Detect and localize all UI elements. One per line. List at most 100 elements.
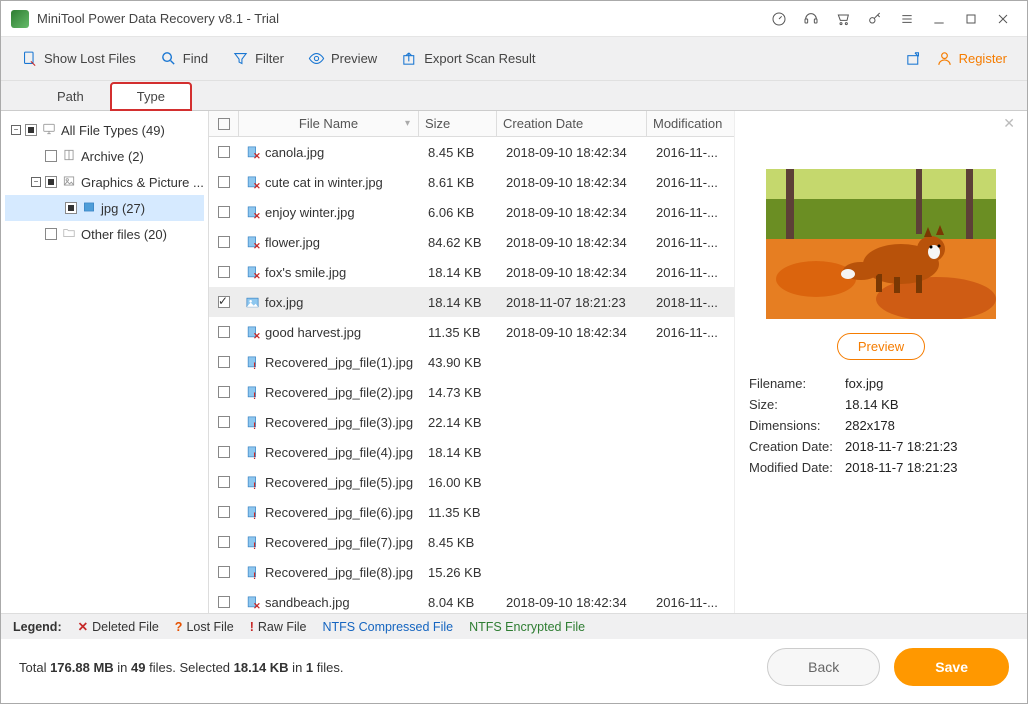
- row-checkbox[interactable]: [218, 296, 230, 308]
- row-checkbox[interactable]: [218, 266, 230, 278]
- tree-checkbox[interactable]: [25, 124, 37, 136]
- table-row[interactable]: ✕good harvest.jpg11.35 KB2018-09-10 18:4…: [209, 317, 734, 347]
- register-label: Register: [959, 51, 1007, 66]
- tree-checkbox[interactable]: [45, 228, 57, 240]
- export-button[interactable]: Export Scan Result: [401, 50, 535, 67]
- file-creation: 2018-09-10 18:42:34: [500, 265, 650, 280]
- find-button[interactable]: Find: [160, 50, 208, 67]
- file-name: flower.jpg: [265, 235, 320, 250]
- select-all-checkbox[interactable]: [218, 118, 230, 130]
- row-checkbox[interactable]: [218, 146, 230, 158]
- file-name: enjoy winter.jpg: [265, 205, 355, 220]
- save-button[interactable]: Save: [894, 648, 1009, 686]
- tree-checkbox[interactable]: [45, 150, 57, 162]
- svg-text:✕: ✕: [253, 331, 260, 340]
- table-row[interactable]: !Recovered_jpg_file(4).jpg18.14 KB: [209, 437, 734, 467]
- row-checkbox[interactable]: [218, 476, 230, 488]
- legend-bar: Legend: ✕Deleted File ?Lost File !Raw Fi…: [1, 613, 1027, 639]
- preview-button[interactable]: Preview: [308, 50, 377, 67]
- tree-item[interactable]: − All File Types (49): [5, 117, 204, 143]
- file-icon: ✕: [245, 325, 259, 339]
- table-row[interactable]: !Recovered_jpg_file(8).jpg15.26 KB: [209, 557, 734, 587]
- tree-item[interactable]: −Graphics & Picture ...: [5, 169, 204, 195]
- tree-item[interactable]: Archive (2): [5, 143, 204, 169]
- preview-open-button[interactable]: Preview: [837, 333, 925, 360]
- close-icon[interactable]: [989, 5, 1017, 33]
- key-icon[interactable]: [861, 5, 889, 33]
- preview-metadata: Filename:fox.jpgSize:18.14 KBDimensions:…: [749, 376, 1013, 475]
- titlebar: MiniTool Power Data Recovery v8.1 - Tria…: [1, 1, 1027, 37]
- tab-type[interactable]: Type: [110, 82, 192, 111]
- tree-item[interactable]: jpg (27): [5, 195, 204, 221]
- col-modification[interactable]: Modification: [647, 111, 727, 136]
- table-row[interactable]: !Recovered_jpg_file(3).jpg22.14 KB: [209, 407, 734, 437]
- table-row[interactable]: ✕canola.jpg8.45 KB2018-09-10 18:42:34201…: [209, 137, 734, 167]
- table-row[interactable]: !Recovered_jpg_file(2).jpg14.73 KB: [209, 377, 734, 407]
- menu-icon[interactable]: [893, 5, 921, 33]
- show-lost-files-label: Show Lost Files: [44, 51, 136, 66]
- file-size: 18.14 KB: [422, 295, 500, 310]
- column-header: File Name▾ Size Creation Date Modificati…: [209, 111, 734, 137]
- col-creation[interactable]: Creation Date: [497, 111, 647, 136]
- tab-row: Path Type: [1, 81, 1027, 111]
- legend-deleted: ✕Deleted File: [78, 619, 159, 634]
- table-row[interactable]: fox.jpg18.14 KB2018-11-07 18:21:232018-1…: [209, 287, 734, 317]
- meta-value: 2018-11-7 18:21:23: [845, 460, 958, 475]
- file-size: 84.62 KB: [422, 235, 500, 250]
- table-row[interactable]: !Recovered_jpg_file(7).jpg8.45 KB: [209, 527, 734, 557]
- row-checkbox[interactable]: [218, 206, 230, 218]
- row-checkbox[interactable]: [218, 506, 230, 518]
- file-name: sandbeach.jpg: [265, 595, 350, 610]
- cart-icon[interactable]: [829, 5, 857, 33]
- row-checkbox[interactable]: [218, 596, 230, 608]
- tree-checkbox[interactable]: [45, 176, 57, 188]
- table-row[interactable]: ✕sandbeach.jpg8.04 KB2018-09-10 18:42:34…: [209, 587, 734, 613]
- table-row[interactable]: !Recovered_jpg_file(5).jpg16.00 KB: [209, 467, 734, 497]
- svg-text:!: !: [253, 571, 256, 580]
- legend-ntfs-encrypted: NTFS Encrypted File: [469, 620, 585, 634]
- row-checkbox[interactable]: [218, 566, 230, 578]
- col-name[interactable]: File Name▾: [239, 111, 419, 136]
- row-checkbox[interactable]: [218, 536, 230, 548]
- tree-label: jpg (27): [101, 201, 145, 216]
- jpg-icon: [81, 200, 97, 217]
- close-preview-icon[interactable]: ✕: [1003, 115, 1015, 132]
- back-button[interactable]: Back: [767, 648, 880, 686]
- row-checkbox[interactable]: [218, 176, 230, 188]
- row-checkbox[interactable]: [218, 356, 230, 368]
- file-creation: 2018-11-07 18:21:23: [500, 295, 650, 310]
- table-row[interactable]: ✕cute cat in winter.jpg8.61 KB2018-09-10…: [209, 167, 734, 197]
- table-row[interactable]: ✕flower.jpg84.62 KB2018-09-10 18:42:3420…: [209, 227, 734, 257]
- register-button[interactable]: Register: [936, 50, 1007, 67]
- preview-thumbnail: [766, 169, 996, 319]
- row-checkbox[interactable]: [218, 416, 230, 428]
- speed-icon[interactable]: [765, 5, 793, 33]
- expand-icon[interactable]: −: [31, 177, 41, 187]
- table-row[interactable]: ✕enjoy winter.jpg6.06 KB2018-09-10 18:42…: [209, 197, 734, 227]
- table-row[interactable]: ✕fox's smile.jpg18.14 KB2018-09-10 18:42…: [209, 257, 734, 287]
- meta-row: Creation Date:2018-11-7 18:21:23: [749, 439, 1013, 454]
- tree-checkbox[interactable]: [65, 202, 77, 214]
- row-checkbox[interactable]: [218, 446, 230, 458]
- filter-button[interactable]: Filter: [232, 50, 284, 67]
- meta-key: Filename:: [749, 376, 845, 391]
- maximize-icon[interactable]: [957, 5, 985, 33]
- file-name: fox.jpg: [265, 295, 303, 310]
- expand-icon[interactable]: −: [11, 125, 21, 135]
- row-checkbox[interactable]: [218, 326, 230, 338]
- file-size: 11.35 KB: [422, 505, 500, 520]
- table-row[interactable]: !Recovered_jpg_file(1).jpg43.90 KB: [209, 347, 734, 377]
- support-icon[interactable]: [797, 5, 825, 33]
- file-rows[interactable]: ✕canola.jpg8.45 KB2018-09-10 18:42:34201…: [209, 137, 734, 613]
- tab-path[interactable]: Path: [31, 83, 110, 110]
- show-lost-files-button[interactable]: Show Lost Files: [21, 50, 136, 67]
- share-button[interactable]: [905, 50, 922, 67]
- row-checkbox[interactable]: [218, 386, 230, 398]
- svg-text:✕: ✕: [253, 211, 260, 220]
- row-checkbox[interactable]: [218, 236, 230, 248]
- tree-item[interactable]: Other files (20): [5, 221, 204, 247]
- tree-label: All File Types (49): [61, 123, 165, 138]
- minimize-icon[interactable]: [925, 5, 953, 33]
- table-row[interactable]: !Recovered_jpg_file(6).jpg11.35 KB: [209, 497, 734, 527]
- col-size[interactable]: Size: [419, 111, 497, 136]
